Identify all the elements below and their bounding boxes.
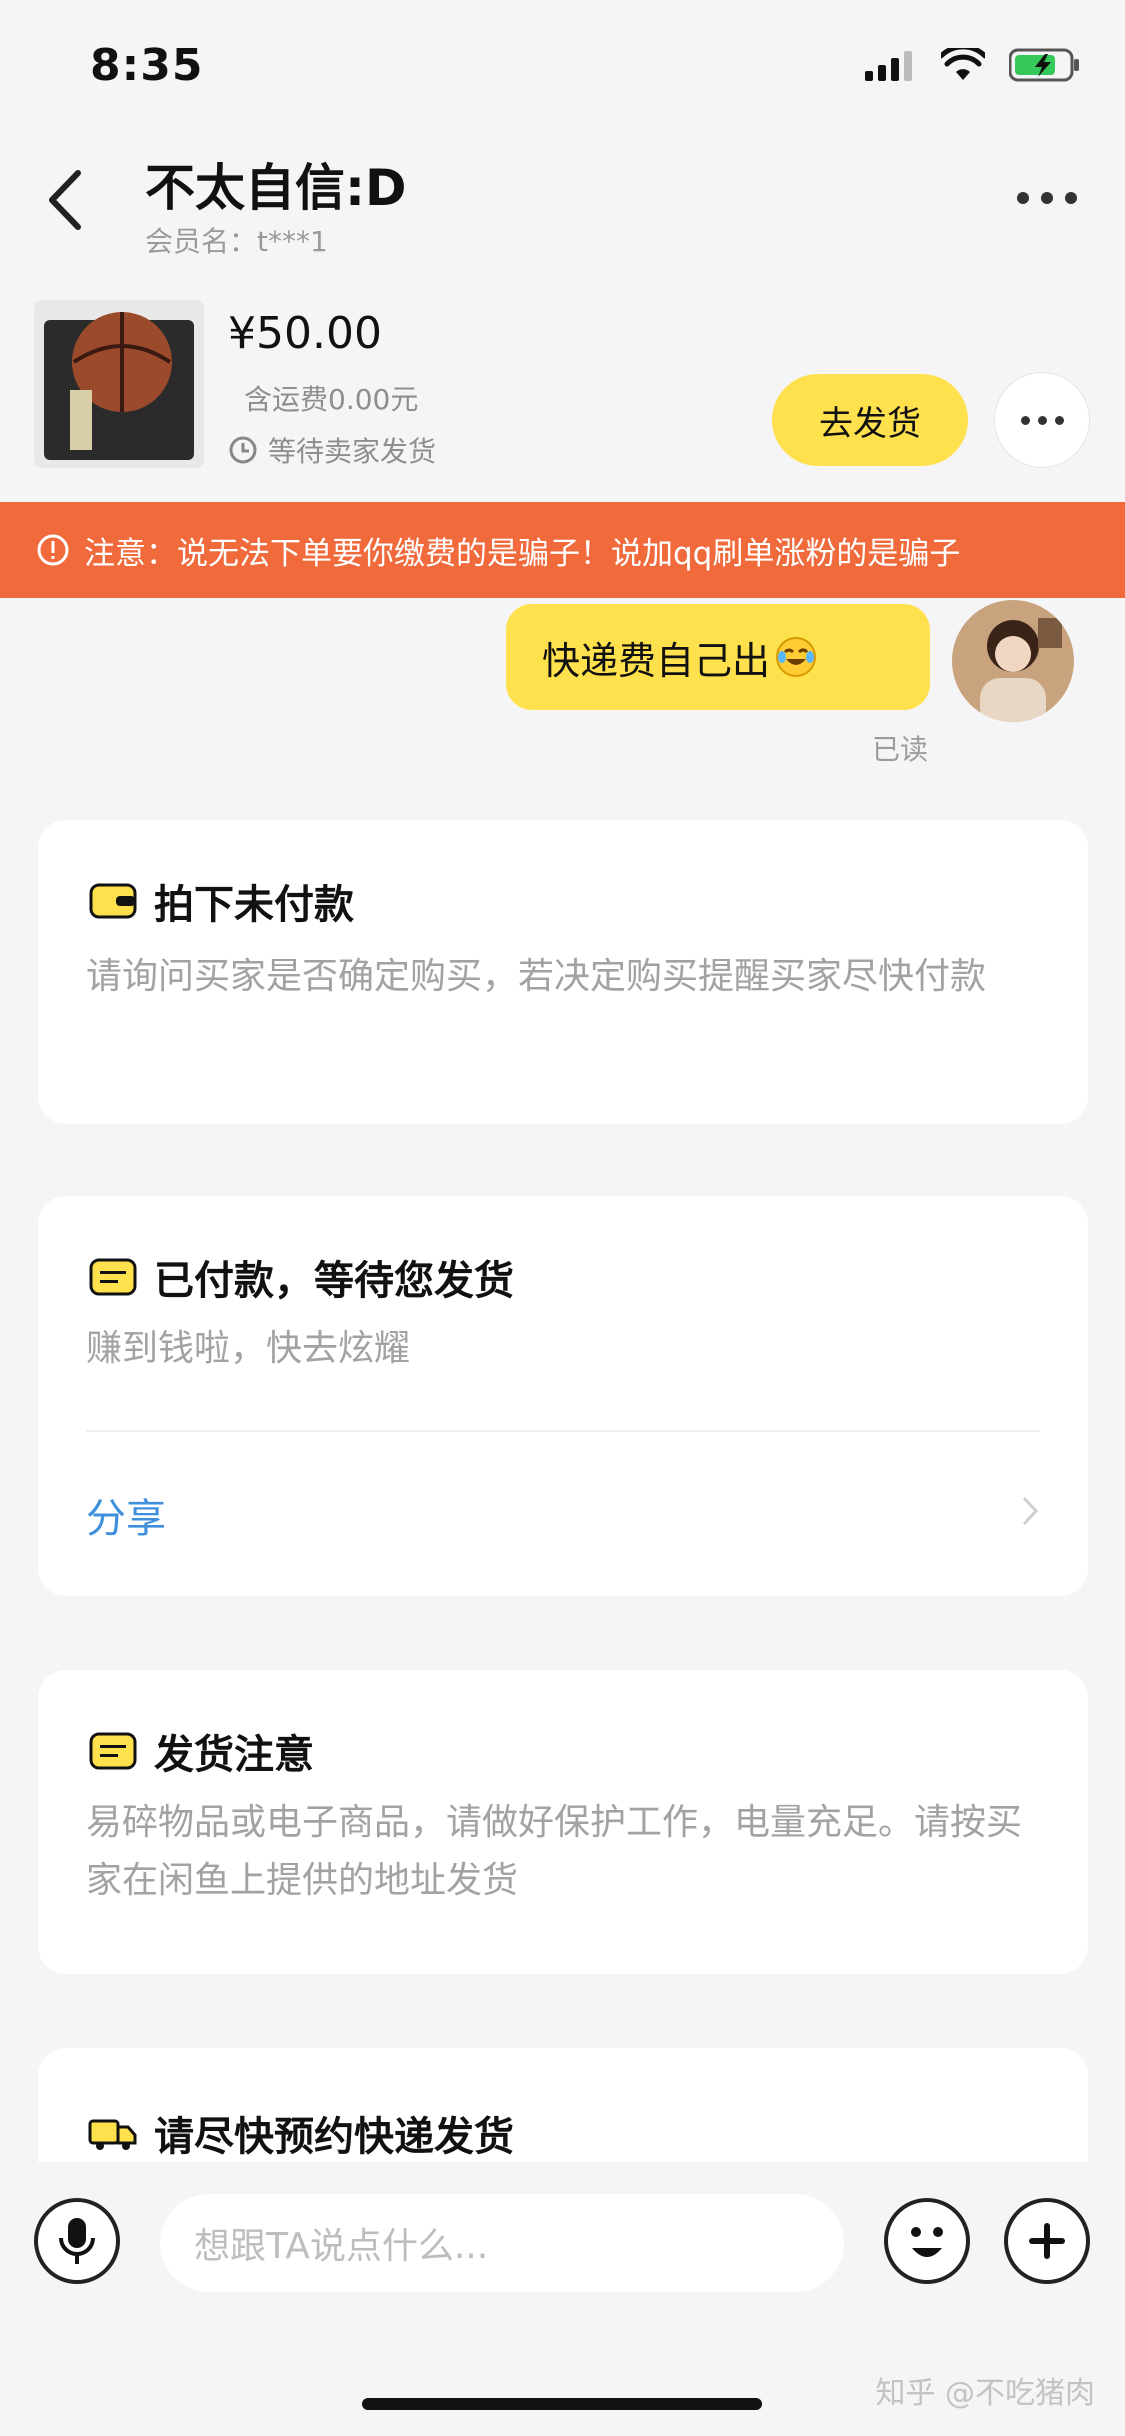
product-price: ¥50.00 [228,308,382,359]
card-paid-desc: 赚到钱啦，快去炫耀 [86,1328,411,1369]
warning-icon [37,534,69,566]
message-input[interactable]: 想跟TA说点什么... [160,2194,844,2292]
back-icon[interactable] [42,165,88,235]
product-more-icon[interactable] [994,372,1090,468]
wallet-icon [89,883,137,919]
microphone-icon [59,2218,95,2264]
status-time: 8:35 [90,40,204,91]
signal-icon [865,51,912,81]
warning-banner: 注意：说无法下单要你缴费的是骗子！说加qq刷单涨粉的是骗子 [0,502,1125,598]
card-unpaid-title: 拍下未付款 [88,872,354,930]
voice-input-button[interactable] [34,2198,120,2284]
card-notice-desc: 易碎物品或电子商品，请做好保护工作，电量充足。请按买家在闲鱼上提供的地址发货 [86,1802,1023,1901]
card-shipping-notice: 发货注意 易碎物品或电子商品，请做好保护工作，电量充足。请按买家在闲鱼上提供的地… [38,1670,1088,1974]
chat-bubble[interactable]: 快递费自己出 [506,604,930,710]
plus-icon [1029,2223,1065,2259]
more-options-icon[interactable] [1017,192,1077,206]
basketball-image [34,300,204,468]
battery-icon [1009,48,1079,82]
avatar[interactable] [952,600,1074,722]
shipping-fee: 含运费0.00元 [244,383,419,416]
truck-icon [88,2119,137,2150]
card-paid-title: 已付款，等待您发货 [88,1248,514,1306]
smiley-icon [911,2227,943,2257]
add-button[interactable] [1004,2198,1090,2284]
clock-icon [229,436,257,464]
laugh-cry-emoji-icon [776,637,817,677]
ship-button[interactable]: 去发货 [772,374,968,466]
watermark: 知乎 @不吃猪肉 [875,2376,1095,2411]
card-courier-title: 请尽快预约快递发货 [88,2104,514,2162]
wifi-icon [941,48,985,80]
receipt-icon [89,1258,137,1296]
avatar-image [952,600,1074,722]
divider [86,1430,1040,1432]
notice-icon [89,1732,137,1770]
order-status: 等待卖家发货 [228,430,436,470]
warning-text: 注意：说无法下单要你缴费的是骗子！说加qq刷单涨粉的是骗子 [84,535,961,572]
read-receipt: 已读 [872,733,929,766]
page-title: 不太自信:D [145,159,407,217]
order-status-text: 等待卖家发货 [268,435,437,468]
card-unpaid-desc: 请询问买家是否确定购买，若决定购买提醒买家尽快付款 [86,956,987,997]
product-thumbnail[interactable] [34,300,204,468]
card-paid: 已付款，等待您发货 赚到钱啦，快去炫耀 分享 [38,1196,1088,1596]
home-indicator[interactable] [362,2398,762,2410]
status-icons [865,48,1081,82]
share-link[interactable]: 分享 [86,1486,166,1544]
card-unpaid: 拍下未付款 请询问买家是否确定购买，若决定购买提醒买家尽快付款 [38,820,1088,1124]
chevron-right-icon[interactable] [1020,1494,1040,1528]
emoji-button[interactable] [884,2198,970,2284]
card-notice-title: 发货注意 [88,1722,314,1780]
chat-message: 快递费自己出 [542,638,771,683]
message-input-placeholder: 想跟TA说点什么... [194,2226,489,2267]
member-label: 会员名：t***1 [145,225,328,258]
